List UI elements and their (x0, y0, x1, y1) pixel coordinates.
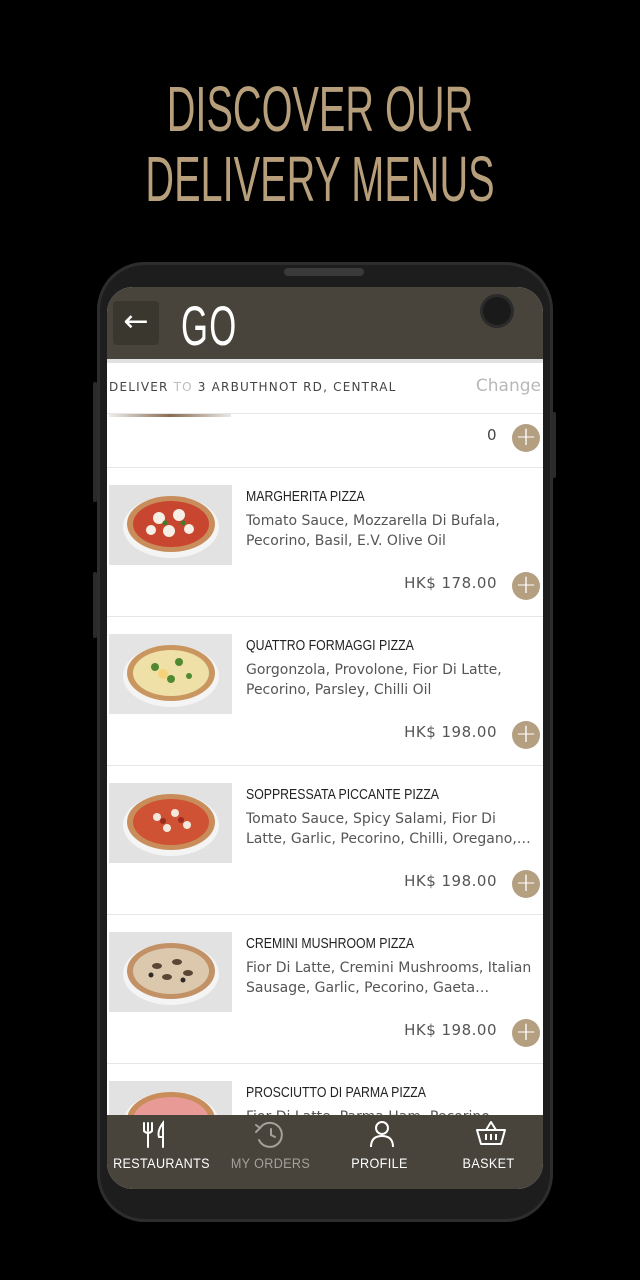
arrow-left-icon: ← (123, 304, 149, 339)
item-name: MARGHERITA PIZZA (246, 488, 365, 505)
add-item-button[interactable]: + (512, 721, 540, 749)
clock-history-icon (255, 1121, 283, 1148)
fork-knife-icon (143, 1119, 164, 1148)
menu-item[interactable]: CREMINI MUSHROOM PIZZA Fior Di Latte, Cr… (107, 915, 543, 1064)
item-quantity: 0 (487, 426, 497, 444)
plus-icon: + (515, 868, 537, 898)
plus-icon: + (515, 422, 537, 452)
promo-title-line1: DISCOVER OUR (166, 73, 474, 145)
item-description: Gorgonzola, Provolone, Fior Di Latte, Pe… (246, 662, 502, 698)
nav-label: MY ORDERS (230, 1155, 311, 1171)
phone-side-button (93, 572, 97, 638)
menu-list[interactable]: 0 + MARGHERITA PIZZA Tomato Sauce, Mozza… (107, 414, 543, 1115)
nav-profile[interactable]: PROFILE (325, 1115, 434, 1189)
pizza-image (109, 485, 232, 565)
item-name: CREMINI MUSHROOM PIZZA (246, 935, 415, 952)
item-image (109, 414, 231, 417)
list-item: 0 + (107, 414, 543, 468)
top-bar: ← GO (107, 287, 543, 359)
add-item-button[interactable]: + (512, 572, 540, 600)
item-name: PROSCIUTTO DI PARMA PIZZA (246, 1084, 426, 1101)
app-logo: GO (181, 294, 238, 357)
delivery-address-bar: DELIVER TO 3 ARBUTHNOT RD, CENTRAL Chang… (107, 363, 543, 414)
nav-label: BASKET (462, 1155, 515, 1171)
phone-side-button (93, 382, 97, 502)
menu-item[interactable]: QUATTRO FORMAGGI PIZZA Gorgonzola, Provo… (107, 617, 543, 766)
person-icon (370, 1121, 394, 1148)
nav-basket[interactable]: BASKET (434, 1115, 543, 1189)
item-price: HK$ 178.00 (404, 574, 497, 592)
bottom-navigation: RESTAURANTS MY ORDERS PROFILE BASKET (107, 1115, 543, 1189)
nav-my-orders[interactable]: MY ORDERS (216, 1115, 325, 1189)
pizza-image (109, 634, 232, 714)
delivery-address: DELIVER TO 3 ARBUTHNOT RD, CENTRAL (109, 380, 397, 394)
phone-side-button (552, 412, 556, 478)
deliver-label: DELIVER (109, 380, 169, 394)
plus-icon: + (515, 570, 537, 600)
item-description: Tomato Sauce, Mozzarella Di Bufala, Peco… (246, 513, 500, 549)
menu-item[interactable]: MARGHERITA PIZZA Tomato Sauce, Mozzarell… (107, 468, 543, 617)
nav-label: PROFILE (351, 1155, 408, 1171)
back-button[interactable]: ← (113, 301, 159, 345)
item-description: Fior Di Latte, Parma Ham, Pecorino (246, 1107, 540, 1115)
nav-restaurants[interactable]: RESTAURANTS (107, 1115, 216, 1189)
item-price: HK$ 198.00 (404, 872, 497, 890)
add-item-button[interactable]: + (512, 424, 540, 452)
deliver-to-label: TO (173, 380, 193, 394)
item-price: HK$ 198.00 (404, 723, 497, 741)
change-address-link[interactable]: Change (476, 376, 541, 396)
item-price: HK$ 198.00 (404, 1021, 497, 1039)
item-name: SOPPRESSATA PICCANTE PIZZA (246, 786, 439, 803)
nav-label: RESTAURANTS (113, 1155, 210, 1171)
menu-item[interactable]: PROSCIUTTO DI PARMA PIZZA Fior Di Latte,… (107, 1064, 543, 1115)
pizza-image (109, 783, 232, 863)
promo-title-line2: DELIVERY MENUS (145, 143, 495, 215)
phone-speaker (284, 268, 364, 276)
basket-icon (476, 1121, 506, 1145)
plus-icon: + (515, 719, 537, 749)
item-description: Fior Di Latte, Cremini Mushrooms, Italia… (246, 960, 532, 996)
app-screen: ← GO DELIVER TO 3 ARBUTHNOT RD, CENTRAL … (107, 287, 543, 1189)
item-name: QUATTRO FORMAGGI PIZZA (246, 637, 414, 654)
menu-item[interactable]: SOPPRESSATA PICCANTE PIZZA Tomato Sauce,… (107, 766, 543, 915)
pizza-image (109, 932, 232, 1012)
add-item-button[interactable]: + (512, 870, 540, 898)
add-item-button[interactable]: + (512, 1019, 540, 1047)
item-description: Tomato Sauce, Spicy Salami, Fior Di Latt… (246, 811, 517, 847)
pizza-image (109, 1081, 232, 1115)
plus-icon: + (515, 1017, 537, 1047)
address-text: 3 ARBUTHNOT RD, CENTRAL (197, 380, 397, 394)
front-camera (483, 297, 511, 325)
